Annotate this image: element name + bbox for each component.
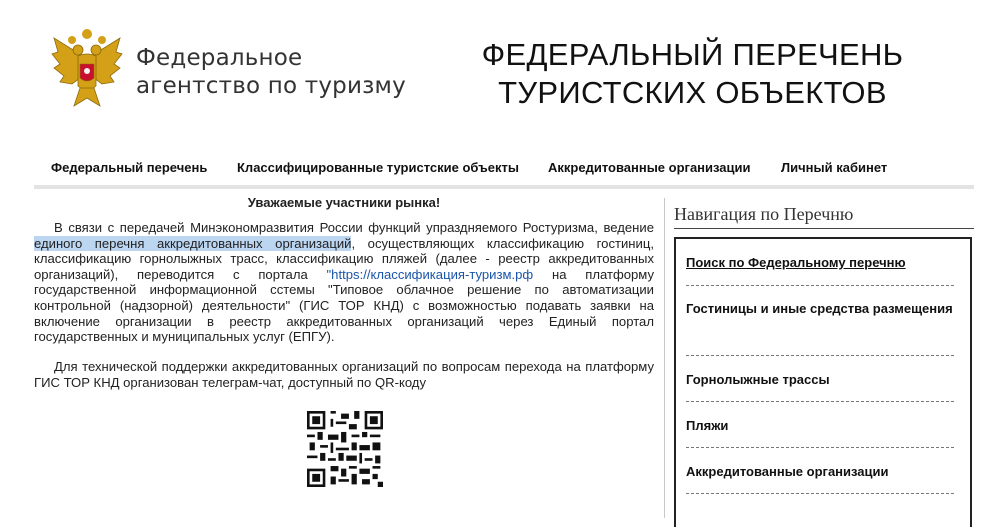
nav-divider	[34, 185, 974, 189]
sidebar-title-rule	[674, 228, 974, 229]
sidebar-divider	[686, 355, 954, 356]
main-nav: Федеральный перечень Классифицированные …	[34, 156, 974, 184]
sidebar-nav: Поиск по Федеральному перечню Гостиницы …	[674, 237, 972, 527]
site-title: ФЕДЕРАЛЬНЫЙ ПЕРЕЧЕНЬ ТУРИСТСКИХ ОБЪЕКТОВ	[470, 36, 915, 112]
site-title-line1: ФЕДЕРАЛЬНЫЙ ПЕРЕЧЕНЬ	[481, 37, 904, 72]
highlighted-text: единого перечня аккредитованных организа…	[34, 235, 352, 251]
notice-paragraph-2: Для технической поддержки аккредитованны…	[34, 359, 654, 390]
site-header: Федеральное агентство по туризму ФЕДЕРАЛ…	[0, 0, 1001, 150]
nav-personal-account[interactable]: Личный кабинет	[781, 160, 887, 175]
sidebar-title: Навигация по Перечню	[674, 204, 854, 224]
nav-classified-objects[interactable]: Классифицированные туристские объекты	[237, 160, 519, 175]
sidebar-divider	[686, 285, 954, 286]
sidebar-item-search[interactable]: Поиск по Федеральному перечню	[686, 251, 954, 275]
sidebar-divider	[686, 493, 954, 494]
agency-name-line1: Федеральное	[136, 45, 303, 71]
notice-text: В связи с передачей Минэкономразвития Ро…	[54, 220, 654, 235]
sidebar-item-hotels[interactable]: Гостиницы и иные средства размещения	[686, 297, 954, 321]
agency-name-line2: агентство по туризму	[136, 73, 406, 99]
sidebar-item-beaches[interactable]: Пляжи	[686, 414, 954, 438]
notice-paragraph-1: В связи с передачей Минэкономразвития Ро…	[34, 220, 654, 345]
agency-name[interactable]: Федеральное агентство по туризму	[136, 44, 406, 100]
site-title-line2: ТУРИСТСКИХ ОБЪЕКТОВ	[498, 75, 887, 110]
sidebar-item-accredited-orgs[interactable]: Аккредитованные организации	[686, 460, 954, 484]
classification-portal-link[interactable]: "https://классификация-туризм.рф	[327, 267, 534, 282]
nav-accredited-orgs[interactable]: Аккредитованные организации	[548, 160, 751, 175]
russian-coat-of-arms-icon[interactable]	[50, 28, 124, 112]
sidebar-divider	[686, 447, 954, 448]
nav-federal-list[interactable]: Федеральный перечень	[51, 160, 207, 175]
sidebar-item-ski-slopes[interactable]: Горнолыжные трассы	[686, 368, 954, 392]
notice-title: Уважаемые участники рынка!	[247, 195, 441, 210]
sidebar-divider	[686, 401, 954, 402]
telegram-chat-qr-code[interactable]	[307, 411, 383, 487]
column-divider	[664, 198, 665, 518]
